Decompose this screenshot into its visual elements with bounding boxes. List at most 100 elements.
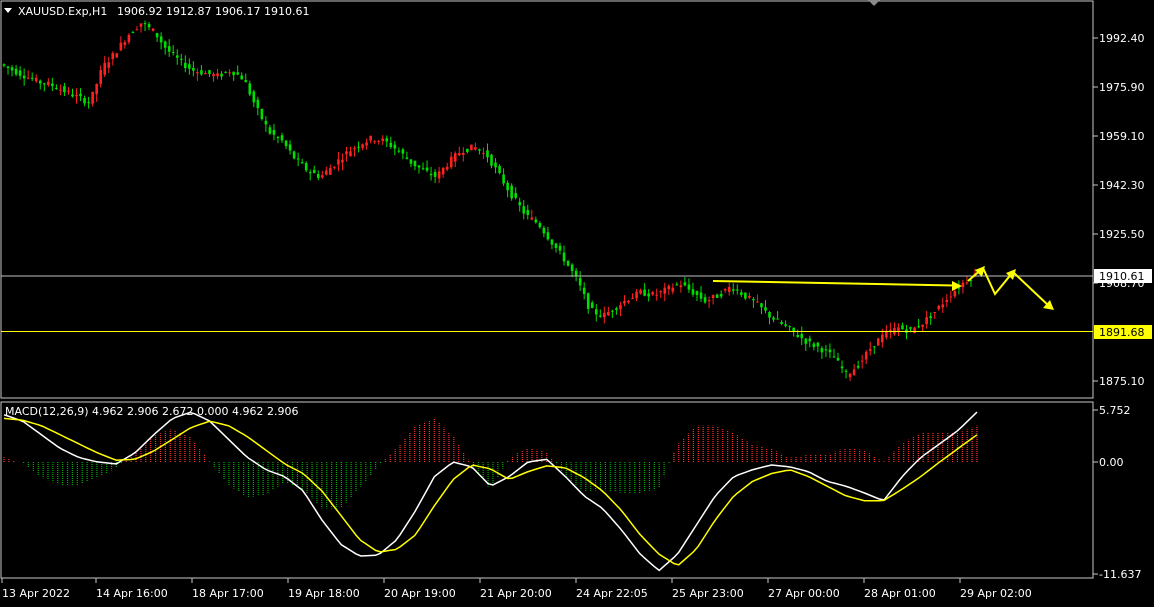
candle-body (167, 46, 171, 52)
candle-body (284, 140, 288, 147)
candle-body (26, 77, 30, 79)
time-label: 14 Apr 16:00 (96, 587, 168, 600)
candle-body (667, 285, 671, 290)
candle-body (659, 291, 663, 293)
candle-body (329, 167, 332, 175)
candle-body (429, 173, 433, 176)
candle-body (832, 356, 836, 358)
time-label: 18 Apr 17:00 (192, 587, 264, 600)
candle-body (474, 147, 477, 150)
candle-body (744, 292, 747, 299)
candle-body (163, 41, 167, 48)
candle-body (135, 29, 139, 31)
candle-body (756, 301, 759, 303)
candle-body (147, 24, 151, 28)
candle-body (449, 156, 453, 168)
annotation-trend-arrow[interactable] (712, 280, 956, 287)
candle-body (232, 71, 235, 76)
candle-body (856, 365, 860, 368)
candle-body (506, 182, 509, 191)
candle-body (55, 87, 58, 90)
candle-body (570, 264, 574, 272)
chart-canvas[interactable]: XAUUSD.Exp,H1 1906.92 1912.87 1906.17 19… (0, 0, 1154, 603)
candle-body (63, 86, 66, 93)
candle-body (655, 294, 659, 296)
candle-body (111, 53, 115, 60)
candle-body (42, 83, 46, 85)
candle-body (921, 324, 924, 327)
candle-body (445, 166, 449, 170)
candle-body (377, 140, 381, 142)
candle-body (220, 73, 223, 77)
chart-window[interactable]: XAUUSD.Exp,H1 1906.92 1912.87 1906.17 19… (0, 0, 1154, 603)
scroll-marker-icon[interactable] (868, 0, 880, 6)
candle-body (188, 64, 191, 69)
candle-body (514, 192, 517, 198)
candle-body (256, 99, 260, 109)
candle-body (877, 338, 880, 346)
candle-body (864, 351, 868, 360)
arrowhead-up-icon (975, 266, 985, 277)
triangle-down-icon[interactable] (4, 8, 12, 13)
candles-layer (2, 20, 977, 382)
candle-body (292, 151, 296, 159)
candle-body (828, 349, 832, 353)
candle-body (280, 135, 284, 141)
candle-body (965, 282, 969, 284)
candle-body (208, 70, 211, 74)
time-axis[interactable]: 13 Apr 2022 14 Apr 16:00 18 Apr 17:00 19… (1, 578, 1032, 600)
candle-body (820, 348, 824, 353)
candle-body (937, 305, 941, 310)
candle-body (87, 102, 90, 104)
candle-body (502, 174, 505, 184)
candle-body (300, 162, 304, 164)
candle-body (325, 170, 328, 175)
candle-body (639, 290, 642, 294)
candle-body (719, 293, 723, 297)
candle-body (486, 150, 489, 158)
candle-body (196, 72, 199, 74)
candle-body (357, 146, 360, 148)
candle-body (224, 71, 227, 73)
candle-body (457, 153, 461, 156)
candle-body (740, 292, 743, 296)
candle-body (2, 64, 6, 66)
candle-body (707, 300, 711, 302)
macd-tick-label: 0.00 (1099, 456, 1124, 469)
candle-body (71, 94, 74, 97)
candle-body (248, 83, 252, 95)
candle-body (107, 62, 111, 68)
candle-body (727, 287, 731, 292)
candle-body (470, 144, 473, 151)
candle-body (349, 151, 352, 157)
candle-body (240, 75, 244, 80)
candle-body (929, 316, 932, 319)
price-axis[interactable]: 1992.40 1975.90 1959.10 1942.30 1925.50 … (1093, 32, 1152, 388)
candle-body (941, 304, 945, 308)
candle-body (365, 142, 368, 146)
candle-body (192, 67, 195, 71)
symbol-label: XAUUSD.Exp,H1 (18, 5, 107, 18)
candle-body (159, 36, 163, 43)
candle-body (675, 284, 679, 286)
candle-body (538, 223, 542, 228)
candle-body (6, 66, 10, 68)
candle-body (369, 136, 372, 141)
candle-body (316, 174, 320, 178)
time-label: 28 Apr 01:00 (864, 587, 936, 600)
candle-body (478, 149, 481, 151)
candle-body (711, 294, 715, 299)
candle-body (413, 160, 417, 167)
candle-body (776, 318, 779, 320)
candle-body (691, 289, 695, 295)
candle-body (401, 149, 405, 154)
candle-body (836, 357, 840, 361)
candle-body (18, 70, 22, 76)
macd-axis[interactable]: 5.752 0.00 -11.637 (1093, 404, 1141, 581)
candle-body (393, 144, 397, 149)
time-label: 20 Apr 19:00 (384, 587, 456, 600)
candle-body (848, 373, 852, 378)
price-tick-label: 1975.90 (1099, 81, 1145, 94)
candle-body (796, 334, 800, 337)
candle-body (558, 245, 562, 251)
